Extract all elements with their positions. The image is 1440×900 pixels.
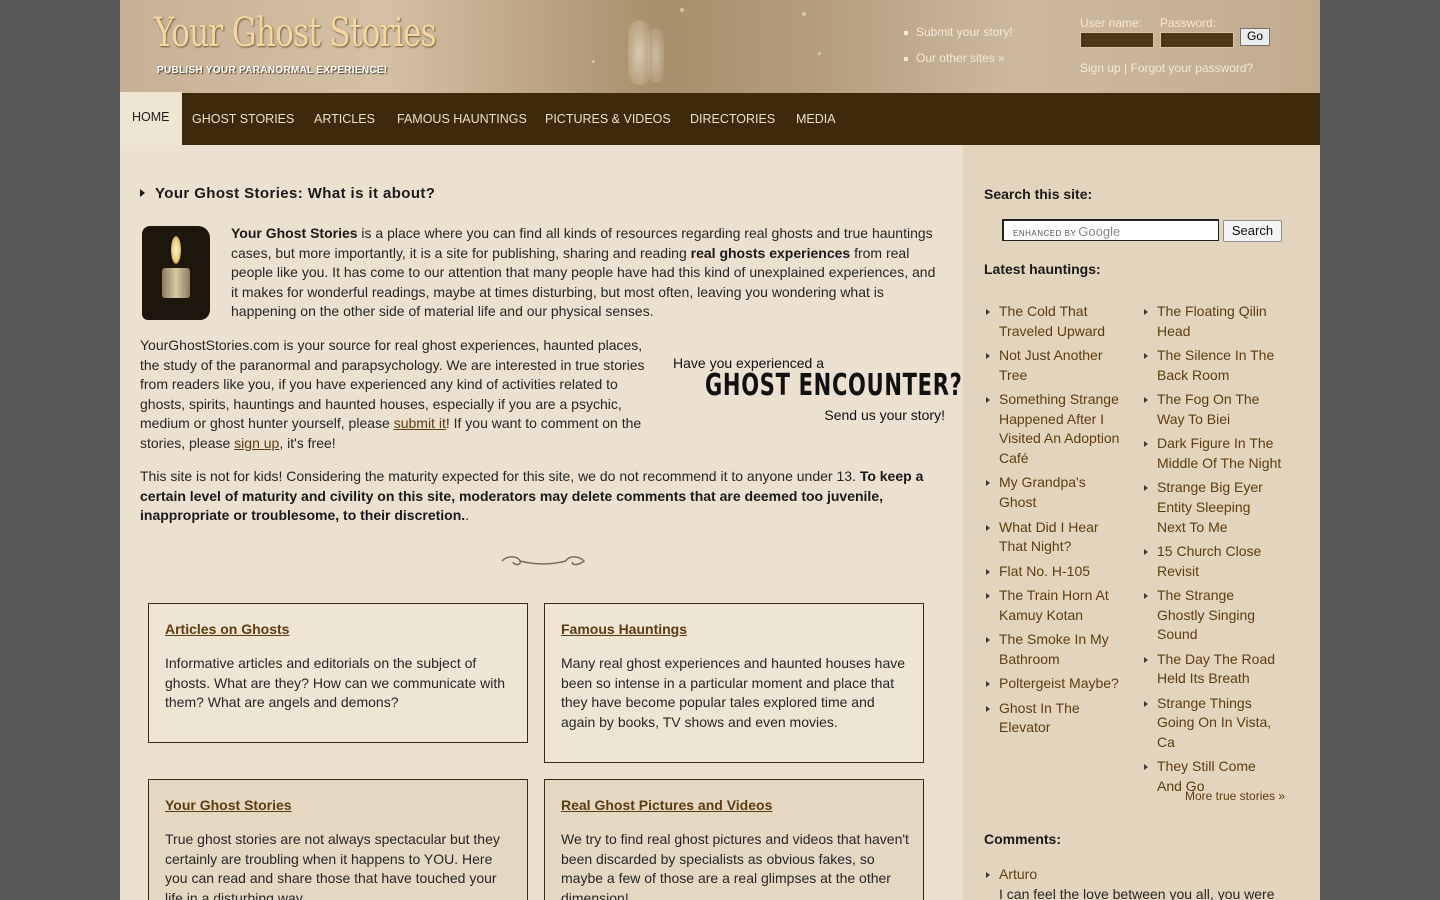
haunting-link[interactable]: Not Just Another Tree	[984, 346, 1124, 385]
orb-graphic	[802, 12, 806, 16]
ornament-divider	[501, 556, 586, 566]
signup-link[interactable]: Sign up	[1080, 61, 1121, 75]
ghost-figure-graphic	[648, 28, 664, 83]
submit-it-link[interactable]: submit it	[394, 415, 446, 431]
search-input[interactable]: ENHANCED BY Google	[1002, 219, 1219, 241]
google-branding: ENHANCED BY Google	[1013, 224, 1120, 239]
logo-subtitle: PUBLISH YOUR PARANORMAL EXPERIENCE!	[157, 65, 388, 76]
submit-story-link[interactable]: Submit your story!	[904, 25, 1013, 39]
latest-hauntings-heading: Latest hauntings:	[984, 261, 1101, 277]
haunting-link[interactable]: Something Strange Happened After I Visit…	[984, 390, 1124, 468]
your-ghost-stories-box-title[interactable]: Your Ghost Stories	[165, 797, 292, 813]
articles-box-body: Informative articles and editorials on t…	[165, 655, 506, 711]
haunting-link[interactable]: The Silence In The Back Room	[1142, 346, 1282, 385]
username-input[interactable]	[1080, 32, 1154, 48]
nav-item-ghost-stories[interactable]: GHOST STORIES	[192, 93, 294, 145]
about-text: , it's free!	[279, 434, 336, 451]
haunting-link[interactable]: The Floating Qilin Head	[1142, 302, 1282, 341]
haunting-link[interactable]: The Smoke In My Bathroom	[984, 630, 1124, 669]
main-nav: HOME GHOST STORIES ARTICLES FAMOUS HAUNT…	[120, 92, 1320, 145]
haunting-link[interactable]: Ghost In The Elevator	[984, 699, 1124, 738]
pictures-videos-box-body: We try to find real ghost pictures and v…	[561, 831, 909, 900]
pictures-videos-box-title[interactable]: Real Ghost Pictures and Videos	[561, 797, 772, 813]
haunting-link[interactable]: The Cold That Traveled Upward	[984, 302, 1124, 341]
notice-text: This site is not for kids! Considering t…	[140, 468, 860, 484]
logo-title: Your Ghost Stories	[154, 10, 437, 56]
ghost-figure-graphic	[628, 20, 650, 85]
pictures-videos-box: Real Ghost Pictures and Videos We try to…	[544, 779, 924, 900]
famous-hauntings-box: Famous Hauntings Many real ghost experie…	[544, 603, 924, 763]
haunting-link[interactable]: Strange Big Eyer Entity Sleeping Next To…	[1142, 478, 1282, 537]
nav-item-media[interactable]: MEDIA	[796, 93, 836, 145]
header-links: Submit your story! Our other sites »	[904, 25, 1013, 77]
comment-text: I can feel the love between you all, you…	[999, 885, 1275, 900]
login-go-button[interactable]: Go	[1240, 28, 1270, 46]
forgot-password-link[interactable]: Forgot your password?	[1131, 61, 1254, 75]
nav-item-pictures-videos[interactable]: PICTURES & VIDEOS	[545, 93, 671, 145]
ghost-encounter-banner[interactable]: Have you experienced a GHOST ENCOUNTER? …	[673, 355, 962, 425]
more-stories-link[interactable]: More true stories »	[1185, 789, 1285, 803]
google-label: Google	[1078, 224, 1121, 239]
orb-graphic	[680, 8, 684, 12]
famous-hauntings-box-title[interactable]: Famous Hauntings	[561, 621, 687, 637]
username-label: User name:	[1080, 16, 1143, 30]
orb-graphic	[592, 60, 595, 63]
search-button[interactable]: Search	[1223, 220, 1282, 242]
your-ghost-stories-box-body: True ghost stories are not always specta…	[165, 831, 500, 900]
haunting-link[interactable]: The Strange Ghostly Singing Sound	[1142, 586, 1282, 645]
nav-item-articles[interactable]: ARTICLES	[314, 93, 375, 145]
intro-bold-site-name: Your Ghost Stories	[231, 225, 358, 241]
famous-hauntings-box-body: Many real ghost experiences and haunted …	[561, 655, 906, 730]
password-input[interactable]	[1160, 32, 1234, 48]
articles-box: Articles on Ghosts Informative articles …	[148, 603, 528, 743]
search-heading: Search this site:	[984, 186, 1093, 202]
site-header: Your Ghost Stories PUBLISH YOUR PARANORM…	[120, 0, 1320, 93]
haunting-link[interactable]: The Day The Road Held Its Breath	[1142, 650, 1282, 689]
banner-headline: GHOST ENCOUNTER?	[705, 368, 963, 403]
comment-author-link[interactable]: Arturo	[984, 865, 1304, 885]
nav-item-famous-hauntings[interactable]: FAMOUS HAUNTINGS	[397, 93, 527, 145]
hauntings-list-col1: The Cold That Traveled Upward Not Just A…	[984, 302, 1124, 743]
intro-paragraph: Your Ghost Stories is a place where you …	[231, 224, 939, 322]
haunting-link[interactable]: My Grandpa's Ghost	[984, 473, 1124, 512]
notice-text: .	[465, 507, 470, 524]
your-ghost-stories-box: Your Ghost Stories True ghost stories ar…	[148, 779, 528, 900]
account-links: Sign up | Forgot your password?	[1080, 61, 1253, 75]
candle-wax	[162, 268, 190, 298]
page-heading: Your Ghost Stories: What is it about?	[140, 185, 435, 202]
haunting-link[interactable]: 15 Church Close Revisit	[1142, 542, 1282, 581]
sidebar: Search this site: ENHANCED BY Google Sear…	[963, 145, 1320, 900]
other-sites-link[interactable]: Our other sites »	[904, 51, 1013, 65]
haunting-link[interactable]: Strange Things Going On In Vista, Ca	[1142, 694, 1282, 753]
main-content: Your Ghost Stories: What is it about? Yo…	[120, 145, 963, 900]
site-logo[interactable]: Your Ghost Stories PUBLISH YOUR PARANORM…	[154, 10, 515, 76]
comments-heading: Comments:	[984, 831, 1062, 847]
haunting-link[interactable]: The Fog On The Way To Biei	[1142, 390, 1282, 429]
candle-image	[142, 226, 210, 320]
about-paragraph: YourGhostStories.com is your source for …	[140, 336, 652, 454]
haunting-link[interactable]: Poltergeist Maybe?	[984, 674, 1124, 694]
sign-up-link[interactable]: sign up	[234, 435, 279, 451]
nav-item-directories[interactable]: DIRECTORIES	[690, 93, 775, 145]
orb-graphic	[818, 52, 821, 55]
articles-box-title[interactable]: Articles on Ghosts	[165, 621, 289, 637]
haunting-link[interactable]: What Did I Hear That Night?	[984, 518, 1124, 557]
haunting-link[interactable]: The Train Horn At Kamuy Kotan	[984, 586, 1124, 625]
intro-bold-experiences: real ghosts experiences	[690, 244, 851, 261]
page: Your Ghost Stories PUBLISH YOUR PARANORM…	[120, 0, 1320, 900]
hauntings-list-col2: The Floating Qilin Head The Silence In T…	[1142, 302, 1282, 802]
comment-item: Arturo I can feel the love between you a…	[984, 865, 1304, 900]
enhanced-by-label: ENHANCED BY	[1013, 229, 1077, 238]
nav-item-home[interactable]: HOME	[120, 92, 182, 145]
password-label: Password:	[1160, 16, 1217, 30]
haunting-link[interactable]: Flat No. H-105	[984, 562, 1124, 582]
candle-flame	[171, 236, 181, 264]
banner-line-3: Send us your story!	[824, 407, 945, 423]
haunting-link[interactable]: Dark Figure In The Middle Of The Night	[1142, 434, 1282, 473]
link-separator: |	[1120, 61, 1131, 75]
maturity-notice: This site is not for kids! Considering t…	[140, 467, 940, 526]
